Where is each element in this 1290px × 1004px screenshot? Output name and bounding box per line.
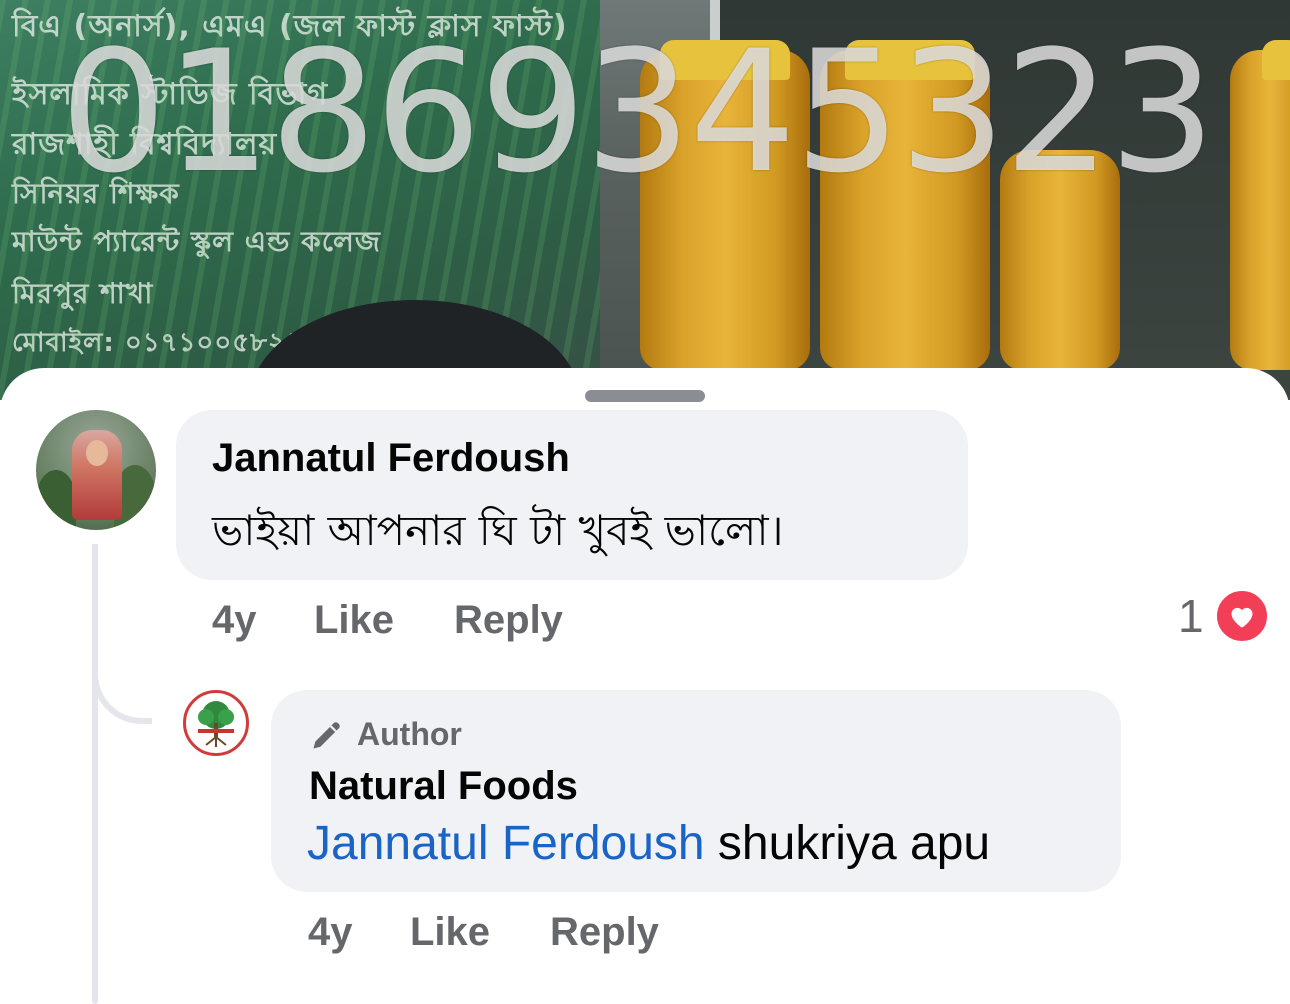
reaction-count: 1: [1178, 590, 1204, 642]
reply-message: shukriya apu: [704, 817, 991, 870]
author-badge-label: Author: [357, 716, 462, 752]
phone-number-overlay: 01869345323: [60, 14, 1216, 210]
reply-text: Jannatul Ferdoush shukriya apu: [307, 816, 990, 871]
reply-button[interactable]: Reply: [550, 910, 659, 955]
reply-bubble[interactable]: Author Natural Foods Jannatul Ferdoush s…: [271, 690, 1121, 892]
tree-logo-icon: [198, 701, 234, 747]
video-background: বিএ (অনার্স), এমএ (জল ফাস্ট ক্লাস ফাস্ট)…: [0, 0, 1290, 400]
comment-text: ভাইয়া আপনার ঘি টা খুবই ভালো।: [212, 506, 784, 555]
like-button[interactable]: Like: [314, 598, 454, 643]
reply-time[interactable]: 4y: [308, 910, 410, 955]
mention-link[interactable]: Jannatul Ferdoush: [307, 817, 705, 870]
page-avatar[interactable]: [183, 690, 249, 756]
thread-connector: [92, 544, 152, 724]
like-button[interactable]: Like: [410, 910, 550, 955]
comment-bubble[interactable]: Jannatul Ferdoush ভাইয়া আপনার ঘি টা খুব…: [176, 410, 968, 580]
jar-lid: [1262, 40, 1290, 80]
reaction-summary[interactable]: 1: [1178, 588, 1270, 644]
poster-line: মিরপুর শাখা: [12, 277, 154, 310]
comment-actions: 4y Like Reply: [212, 598, 563, 643]
sheet-grabber[interactable]: [585, 390, 705, 402]
pencil-icon: [313, 721, 340, 748]
reply-actions: 4y Like Reply: [308, 910, 659, 955]
comment-time[interactable]: 4y: [212, 598, 314, 643]
reply-button[interactable]: Reply: [454, 598, 563, 643]
poster-line: মাউন্ট প্যারেন্ট স্কুল এন্ড কলেজ: [12, 225, 381, 258]
author-badge: Author: [309, 716, 462, 753]
comment-author[interactable]: Jannatul Ferdoush: [212, 436, 570, 481]
heart-icon: [1213, 588, 1270, 644]
ghee-jar: [1230, 50, 1290, 370]
avatar[interactable]: [36, 410, 156, 530]
comments-sheet[interactable]: Jannatul Ferdoush ভাইয়া আপনার ঘি টা খুব…: [0, 368, 1290, 1004]
reply-author[interactable]: Natural Foods: [309, 764, 578, 809]
